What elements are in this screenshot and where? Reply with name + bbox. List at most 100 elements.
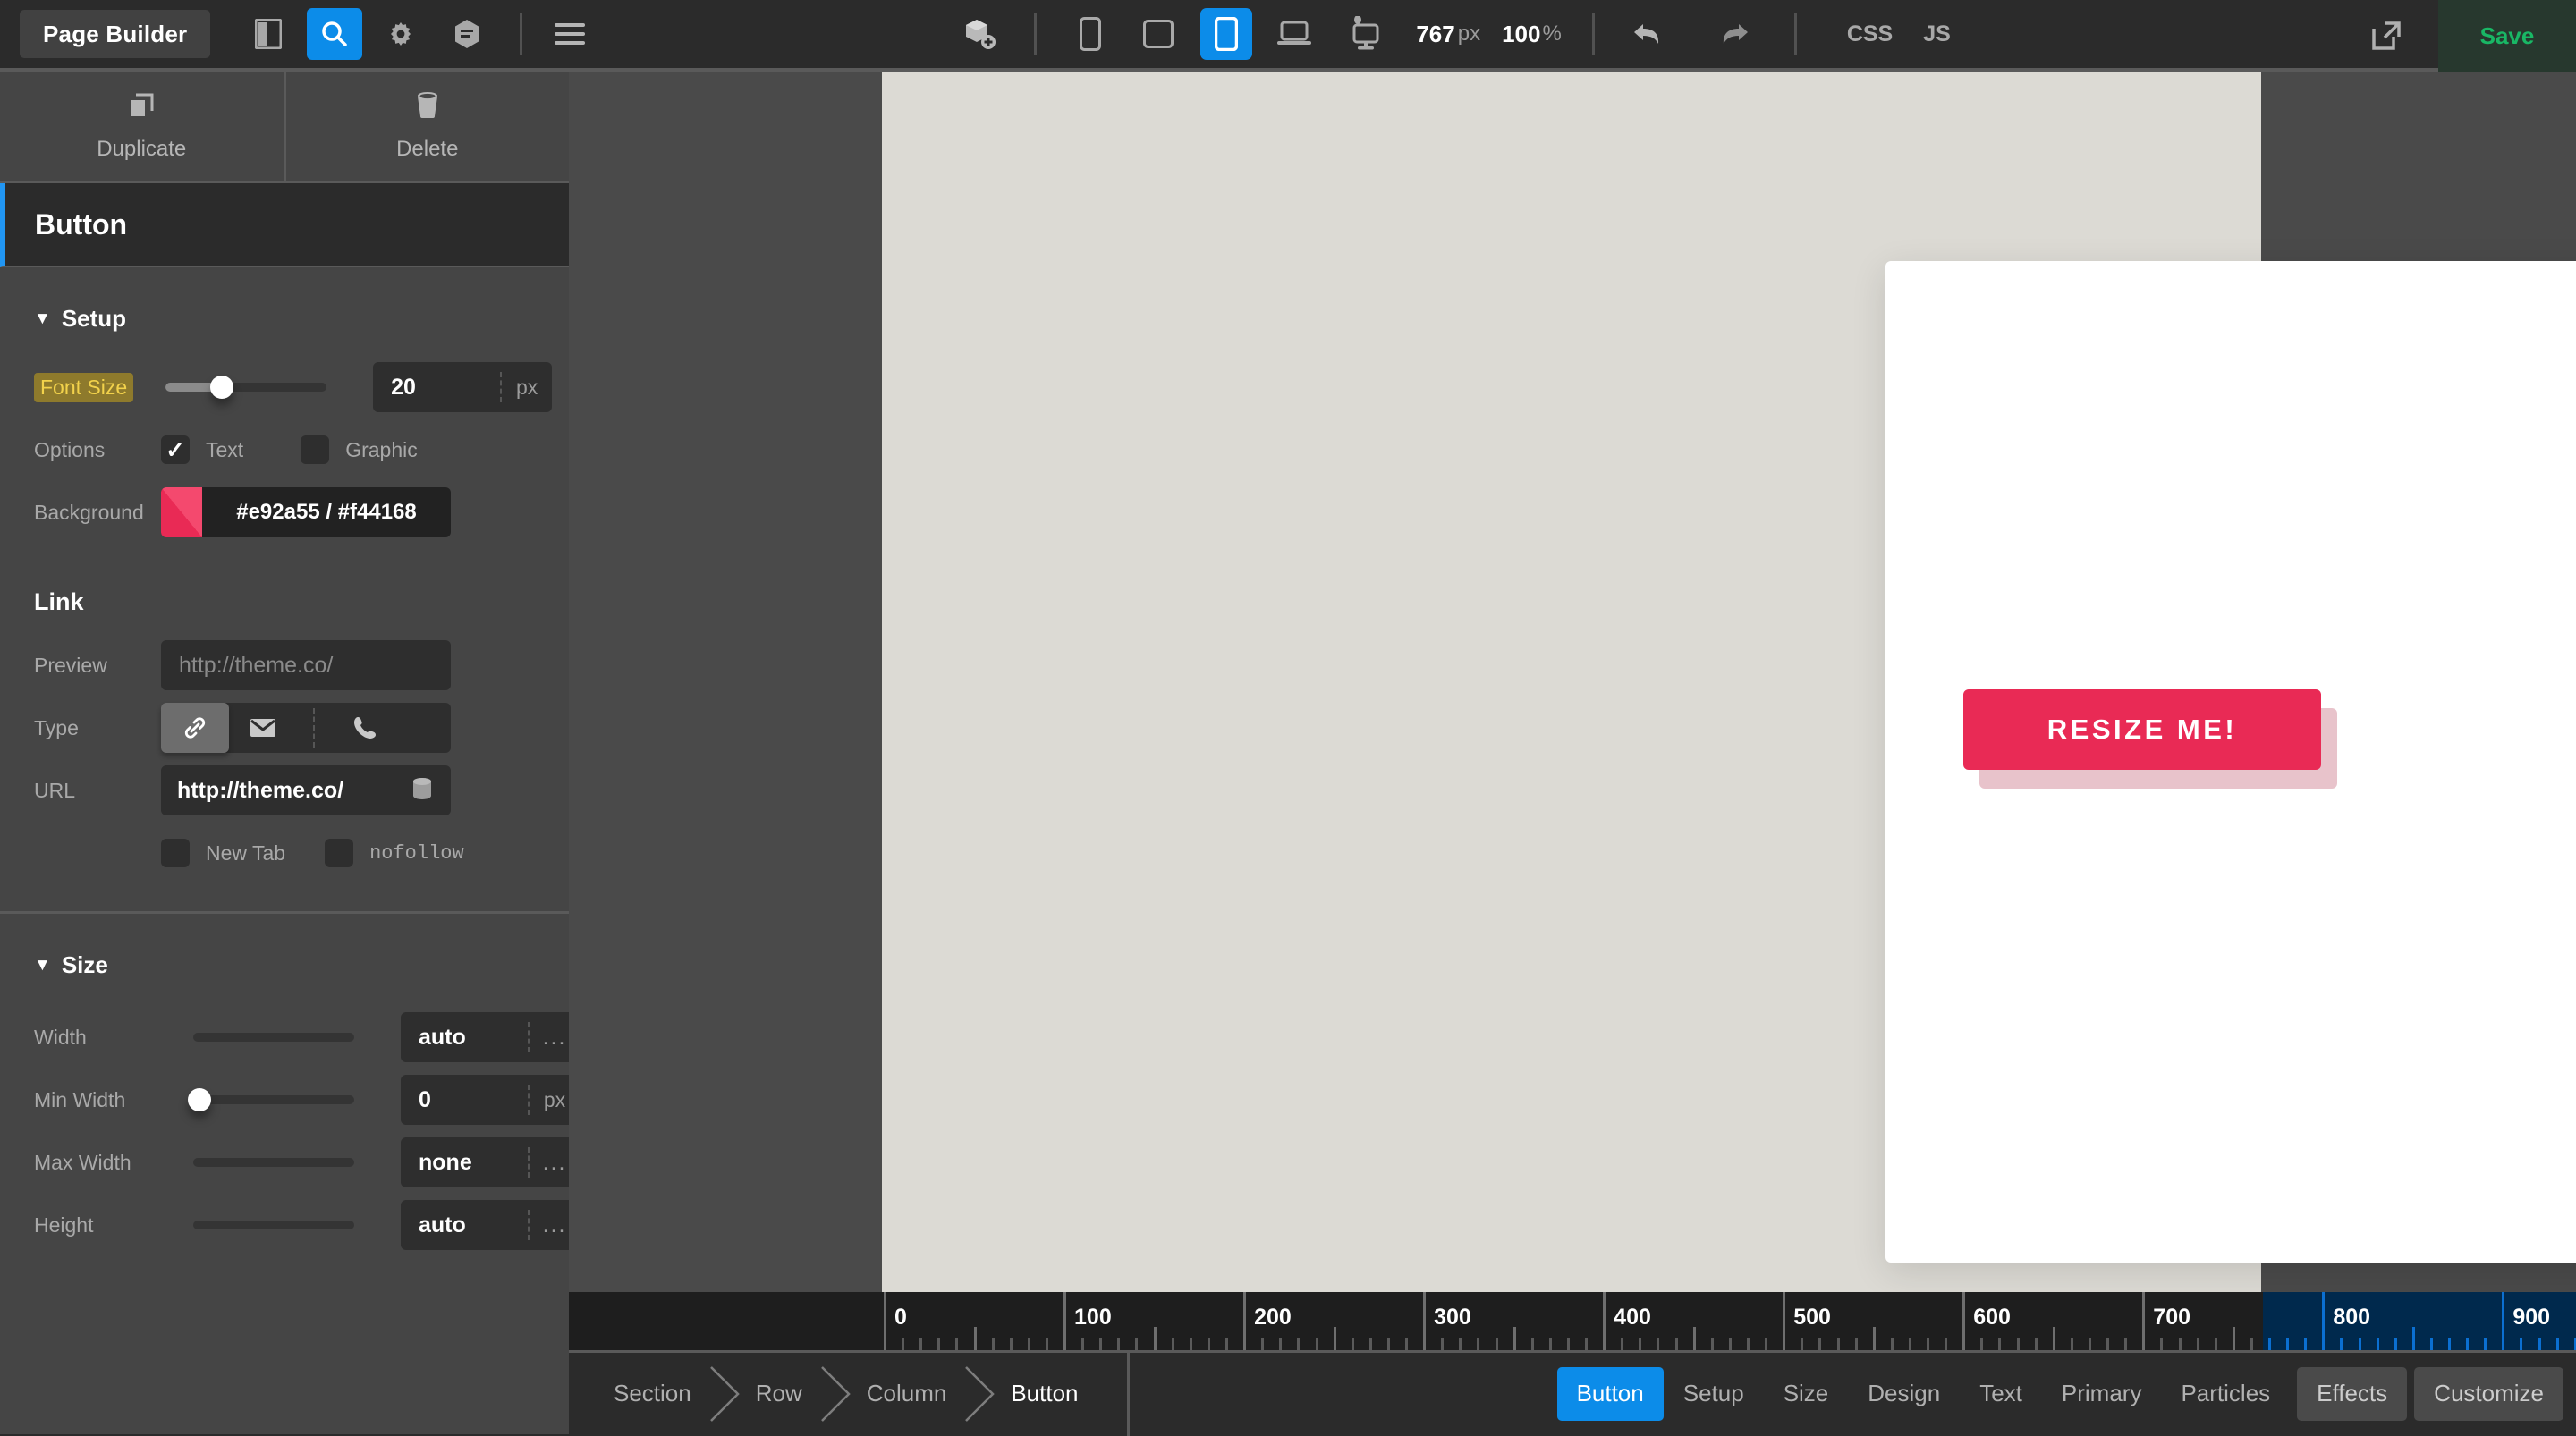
js-button[interactable]: JS (1923, 21, 1951, 47)
device-mobile-portrait[interactable] (1064, 8, 1116, 60)
min-width-slider[interactable] (193, 1095, 354, 1104)
preview-input[interactable]: http://theme.co/ (161, 640, 451, 690)
setup-heading-label: Setup (62, 305, 126, 333)
ruler-tick (1261, 1338, 1264, 1350)
ruler-tick (955, 1338, 958, 1350)
layers-icon[interactable] (439, 8, 495, 60)
ruler-tick (2017, 1338, 2020, 1350)
min-width-input[interactable]: 0 px (401, 1075, 580, 1125)
url-input[interactable]: http://theme.co/ (161, 765, 451, 815)
color-swatch[interactable] (161, 487, 202, 537)
tab-customize[interactable]: Customize (2414, 1367, 2563, 1421)
font-size-slider[interactable] (165, 383, 326, 392)
size-heading[interactable]: ▼ Size (0, 914, 569, 979)
ruler-tick (974, 1327, 977, 1350)
tab-particles[interactable]: Particles (2161, 1367, 2290, 1421)
link-heading: Link (0, 533, 569, 616)
tab-text[interactable]: Text (1960, 1367, 2042, 1421)
option-graphic-checkbox[interactable] (301, 435, 329, 464)
nofollow-checkbox[interactable] (325, 839, 353, 867)
url-row: URL http://theme.co/ (0, 770, 569, 811)
ruler-label: 600 (1973, 1305, 2011, 1330)
tab-button[interactable]: Button (1557, 1367, 1664, 1421)
device-laptop[interactable] (1268, 8, 1320, 60)
resize-me-button[interactable]: RESIZE ME! (1963, 689, 2321, 770)
css-button[interactable]: CSS (1847, 21, 1893, 47)
trash-icon (414, 91, 441, 126)
ruler-tick (1117, 1338, 1120, 1350)
ruler-tick (1010, 1338, 1013, 1350)
height-slider[interactable] (193, 1221, 354, 1229)
hamburger-icon[interactable] (542, 8, 597, 60)
horizontal-ruler[interactable]: 0100200300400500600700800900 (569, 1292, 2576, 1350)
setup-heading[interactable]: ▼ Setup (0, 267, 569, 333)
search-icon[interactable] (307, 8, 362, 60)
ruler-tick (1657, 1338, 1659, 1350)
panel-toggle-icon[interactable] (241, 8, 296, 60)
device-mobile-landscape[interactable] (1132, 8, 1184, 60)
nofollow-label: nofollow (369, 842, 464, 865)
tab-design[interactable]: Design (1848, 1367, 1960, 1421)
ruler-tick (992, 1338, 995, 1350)
options-label: Options (34, 438, 161, 462)
width-slider[interactable] (193, 1033, 354, 1042)
breadcrumb-item-section[interactable]: Section (581, 1352, 724, 1436)
undo-icon[interactable] (1623, 8, 1674, 60)
link-icon[interactable] (161, 703, 229, 753)
ruler-tick (1279, 1338, 1282, 1350)
ruler-tick (2215, 1338, 2217, 1350)
ruler-tick (1621, 1338, 1623, 1350)
ruler-tick (1513, 1327, 1516, 1350)
ruler-tick (1046, 1338, 1048, 1350)
height-input[interactable]: auto ... (401, 1200, 580, 1250)
url-value: http://theme.co/ (161, 778, 343, 804)
ruler-tick (902, 1338, 904, 1350)
save-button[interactable]: Save (2438, 0, 2576, 72)
tab-setup[interactable]: Setup (1664, 1367, 1764, 1421)
duplicate-button[interactable]: Duplicate (0, 72, 284, 181)
page-builder-brand[interactable]: Page Builder (20, 10, 210, 58)
ruler-tick (1998, 1338, 2001, 1350)
ruler-tick (2502, 1292, 2504, 1350)
breadcrumb-label: Row (756, 1380, 802, 1407)
min-width-value: 0 (401, 1087, 431, 1113)
size-section: ▼ Size Width auto ... Min Width 0 px (0, 914, 569, 1246)
ruler-tick (2071, 1338, 2073, 1350)
device-tablet[interactable] (1200, 8, 1252, 60)
max-width-slider[interactable] (193, 1158, 354, 1167)
gear-icon[interactable] (373, 8, 428, 60)
tab-size[interactable]: Size (1764, 1367, 1849, 1421)
ruler-label: 400 (1614, 1305, 1651, 1330)
redo-icon[interactable] (1707, 8, 1759, 60)
ruler-tick (1531, 1338, 1534, 1350)
type-row: Type (0, 707, 569, 748)
new-tab-checkbox[interactable] (161, 839, 190, 867)
viewport-width-unit: px (1458, 21, 1480, 46)
url-label: URL (34, 779, 161, 803)
top-toolbar: Page Builder 767 p (0, 0, 2576, 72)
delete-button[interactable]: Delete (284, 72, 570, 181)
font-size-input[interactable]: 20 px (373, 362, 552, 412)
ruler-tick (2466, 1338, 2469, 1350)
tab-effects[interactable]: Effects (2297, 1367, 2407, 1421)
option-text-checkbox[interactable]: ✓ (161, 435, 190, 464)
width-input[interactable]: auto ... (401, 1012, 580, 1062)
phone-icon[interactable] (331, 703, 399, 753)
font-size-row: Font Size 20 px (0, 367, 569, 408)
tab-primary[interactable]: Primary (2042, 1367, 2162, 1421)
max-width-input[interactable]: none ... (401, 1137, 580, 1187)
email-icon[interactable] (229, 703, 297, 753)
breadcrumb-item-row[interactable]: Row (724, 1352, 835, 1436)
breadcrumb-label: Column (867, 1380, 947, 1407)
ruler-tick (2538, 1338, 2541, 1350)
font-size-unit: px (502, 376, 552, 400)
database-icon[interactable] (411, 777, 433, 805)
font-size-label: Font Size (34, 373, 133, 402)
background-color-input[interactable]: #e92a55 / #f44168 (161, 487, 451, 537)
add-block-icon[interactable] (954, 8, 1006, 60)
breadcrumb-item-column[interactable]: Column (835, 1352, 979, 1436)
ruler-tick (2233, 1327, 2235, 1350)
external-link-icon[interactable] (2334, 0, 2438, 72)
breadcrumb-item-button[interactable]: Button (979, 1352, 1110, 1436)
device-desktop[interactable] (1336, 8, 1388, 60)
